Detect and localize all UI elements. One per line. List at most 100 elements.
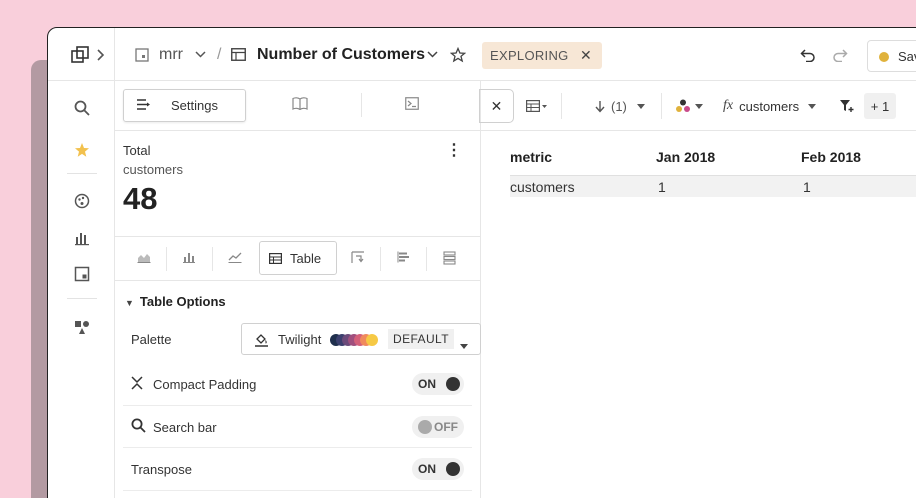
- redo-icon[interactable]: [832, 28, 848, 81]
- more-options-icon[interactable]: ⋮: [446, 143, 462, 159]
- title-chevron-down-icon[interactable]: [427, 28, 438, 81]
- chevron-right-icon[interactable]: [94, 43, 108, 67]
- search-icon: [131, 418, 153, 436]
- search-icon[interactable]: [70, 96, 94, 120]
- nav-rail: [48, 28, 115, 498]
- toolbar-divider: [661, 93, 662, 119]
- exploring-label: EXPLORING: [490, 48, 569, 63]
- exploring-badge: EXPLORING ✕: [482, 42, 602, 69]
- main-content: ✕ (1) fx customers + 1 metric Jan 2018 F…: [479, 81, 916, 498]
- palette-swatches: [330, 334, 380, 346]
- chevron-down-icon[interactable]: [195, 28, 206, 81]
- option-divider: [123, 490, 472, 491]
- panel-tabs: Settings: [115, 81, 480, 131]
- palette-default-badge: DEFAULT: [388, 329, 454, 349]
- transpose-label: Transpose: [131, 461, 192, 477]
- function-icon: fx: [723, 98, 734, 113]
- table-select-icon[interactable]: [526, 81, 548, 131]
- search-bar-row: Search bar OFF: [131, 406, 464, 448]
- area-chart-icon[interactable]: [137, 251, 151, 266]
- tab-divider: [361, 93, 362, 117]
- compact-padding-toggle[interactable]: ON: [412, 373, 464, 395]
- arrow-down-icon: [595, 100, 605, 113]
- search-bar-label: Search bar: [153, 419, 217, 435]
- save-label: Sav: [898, 48, 916, 64]
- bar-chart-icon[interactable]: [183, 251, 195, 266]
- close-icon[interactable]: ✕: [580, 47, 592, 64]
- column-header[interactable]: metric: [510, 149, 552, 165]
- viz-divider: [166, 247, 167, 271]
- column-header[interactable]: Feb 2018: [801, 149, 861, 165]
- stacked-icon[interactable]: [443, 251, 456, 268]
- settings-panel: Settings Total customers 48 ⋮ Table ▼ Ta…: [115, 81, 481, 498]
- table-icon: [269, 252, 283, 267]
- model-icon: [135, 28, 149, 81]
- palette-name: Twilight: [278, 331, 322, 347]
- caret-down-icon: [695, 103, 703, 109]
- palette-row: Palette Twilight DEFAULT: [131, 318, 481, 360]
- status-dot-icon: [879, 52, 889, 62]
- shapes-icon[interactable]: [70, 315, 94, 339]
- formula-button[interactable]: fx customers: [723, 81, 817, 131]
- compact-padding-row: Compact Padding ON: [131, 363, 464, 405]
- table-options-heading[interactable]: ▼ Table Options: [125, 294, 226, 309]
- compact-padding-label: Compact Padding: [153, 376, 257, 392]
- formula-label: customers: [739, 98, 800, 114]
- toggle-knob: [446, 462, 460, 476]
- compact-padding-state: ON: [418, 377, 436, 391]
- viz-divider: [380, 247, 381, 271]
- horizontal-bar-icon[interactable]: [397, 251, 410, 266]
- caret-down-icon: [636, 103, 645, 109]
- toggle-knob: [418, 420, 432, 434]
- favorite-star-icon[interactable]: [450, 28, 466, 81]
- filter-icon[interactable]: [839, 81, 855, 131]
- transpose-toggle[interactable]: ON: [412, 458, 464, 480]
- paint-bucket-icon: [254, 332, 269, 350]
- sort-button[interactable]: (1): [595, 81, 645, 131]
- bar-chart-icon[interactable]: [70, 226, 94, 250]
- total-sublabel: customers: [123, 162, 183, 177]
- color-by-button[interactable]: [675, 81, 703, 131]
- settings-lines-icon: [136, 98, 151, 114]
- sort-count: (1): [611, 98, 627, 114]
- total-value: 48: [123, 181, 158, 216]
- extra-filters-badge[interactable]: + 1: [864, 93, 896, 119]
- toolbar-divider: [561, 93, 562, 119]
- color-dots-icon: [676, 99, 690, 112]
- line-chart-icon[interactable]: [228, 251, 242, 266]
- table-options-label: Table Options: [139, 294, 226, 309]
- table-tab[interactable]: Table: [259, 241, 337, 275]
- caret-down-icon: [808, 103, 817, 109]
- palette-swatch: [366, 334, 378, 346]
- column-header[interactable]: Jan 2018: [656, 149, 715, 165]
- model-breadcrumb[interactable]: mrr: [159, 28, 183, 81]
- star-icon[interactable]: [70, 138, 94, 162]
- page-title[interactable]: Number of Customers: [257, 28, 425, 81]
- query-toolbar: ✕ (1) fx customers + 1: [479, 81, 916, 131]
- viz-divider: [212, 247, 213, 271]
- toggle-knob: [446, 377, 460, 391]
- palette-select[interactable]: Twilight DEFAULT: [241, 323, 481, 355]
- table-cell: 1: [803, 179, 811, 195]
- top-header: mrr / Number of Customers EXPLORING ✕ Sa…: [115, 28, 916, 81]
- close-query-button[interactable]: ✕: [479, 89, 514, 123]
- search-bar-toggle[interactable]: OFF: [412, 416, 464, 438]
- save-button[interactable]: Sav: [867, 40, 916, 72]
- pivot-icon[interactable]: [351, 251, 365, 267]
- palette-icon[interactable]: [70, 189, 94, 213]
- app-window: mrr / Number of Customers EXPLORING ✕ Sa…: [47, 27, 916, 498]
- breadcrumb-separator: /: [217, 45, 222, 63]
- search-bar-state: OFF: [434, 420, 458, 434]
- rail-divider: [67, 298, 97, 299]
- book-icon[interactable]: [292, 97, 308, 113]
- table-cell: customers: [510, 179, 575, 195]
- table-icon: [231, 28, 246, 81]
- transpose-state: ON: [418, 462, 436, 476]
- transpose-row: Transpose ON: [131, 448, 464, 490]
- settings-tab[interactable]: Settings: [123, 89, 246, 122]
- terminal-icon[interactable]: [405, 97, 419, 113]
- logo-icon[interactable]: [68, 43, 92, 67]
- visualization-tabs: Table: [115, 237, 480, 281]
- dashboard-icon[interactable]: [70, 262, 94, 286]
- undo-icon[interactable]: [800, 28, 816, 81]
